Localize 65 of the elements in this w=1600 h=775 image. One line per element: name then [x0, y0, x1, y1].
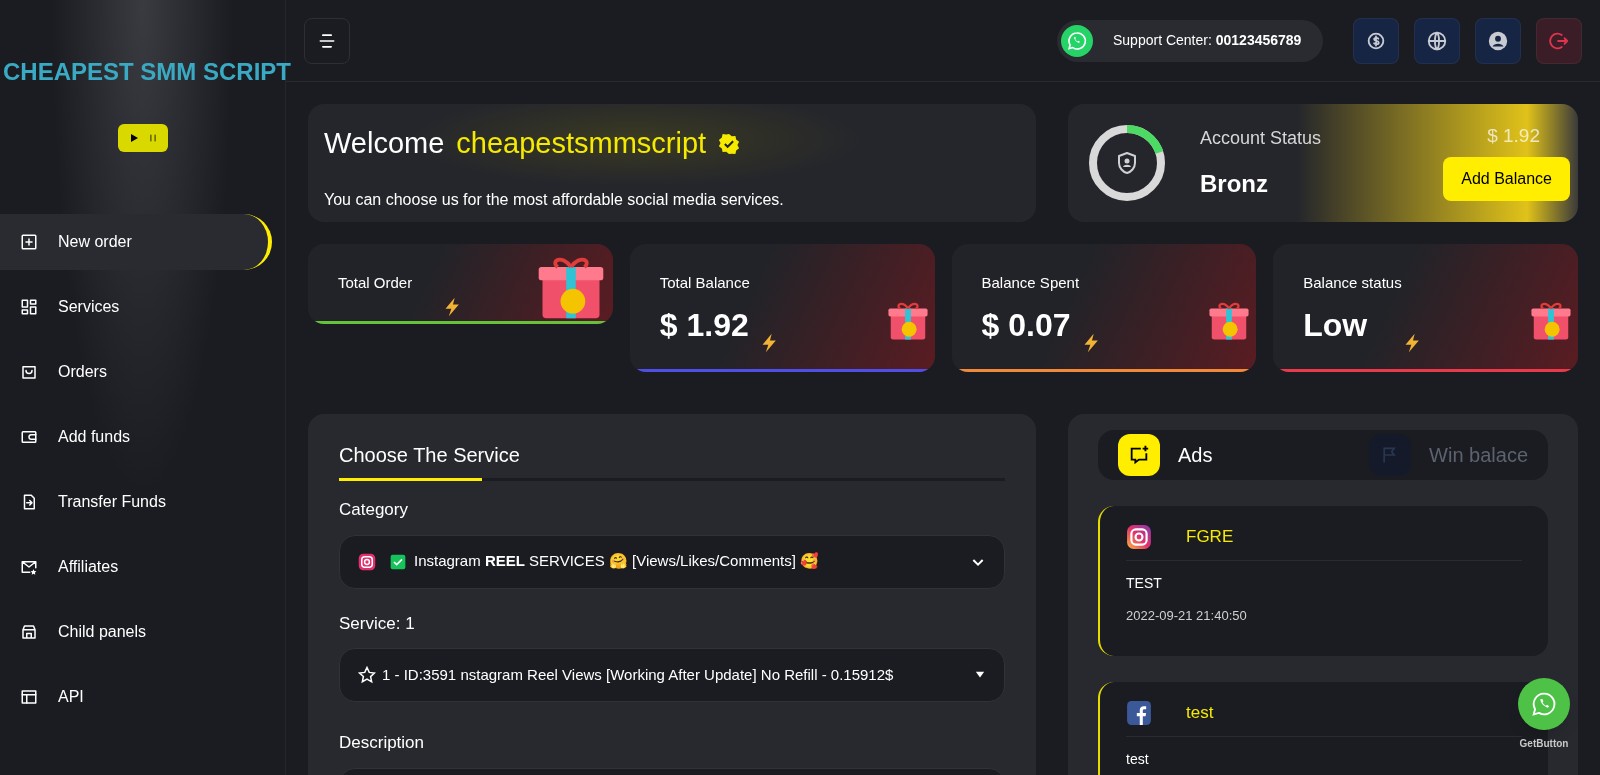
sidebar-item[interactable]: Add funds: [0, 409, 272, 465]
category-select[interactable]: Instagram REEL SERVICES 🤗 [Views/Likes/Comments] 🥰: [339, 534, 1005, 589]
panel-tab[interactable]: Ads: [1118, 434, 1213, 476]
user-profile-button[interactable]: [1475, 17, 1521, 64]
sidebar-item[interactable]: Services: [0, 279, 272, 335]
menu-button[interactable]: [304, 17, 350, 64]
field-label: Service: 1: [339, 612, 416, 635]
play-pause-button[interactable]: [117, 124, 168, 152]
welcome-text: Welcome: [324, 126, 445, 161]
sidebar-item[interactable]: Transfer Funds: [0, 474, 272, 530]
account-status-value: Bronz: [1200, 168, 1269, 199]
pause-icon: [147, 132, 158, 144]
field-label: Description: [339, 732, 426, 754]
getbutton-link[interactable]: GetButton: [1519, 736, 1569, 751]
sidebar-item[interactable]: Affiliates: [0, 539, 272, 595]
instagram-icon: [358, 552, 376, 571]
stat-value: Low: [1303, 305, 1368, 345]
caret-down-icon: [974, 670, 986, 680]
globe-icon: [1426, 29, 1448, 52]
browser-window-icon: [20, 688, 38, 706]
account-status-label: Account Status: [1200, 126, 1323, 150]
stat-value: $ 0.07: [981, 305, 1071, 345]
form-title-tab[interactable]: Choose The Service: [339, 442, 520, 468]
support-text: Support Center: 00123456789: [1113, 31, 1302, 50]
add-balance-button[interactable]: Add Balance: [1443, 156, 1570, 201]
star-icon: [358, 666, 376, 684]
stat-label: Total Balance: [659, 273, 750, 293]
logout-button[interactable]: [1536, 17, 1582, 64]
facebook-icon: [1126, 699, 1152, 726]
ad-text: TEST: [1126, 574, 1163, 593]
plus-square-icon: [20, 233, 38, 251]
ad-title: test: [1186, 701, 1214, 724]
globe-button[interactable]: [1414, 17, 1460, 64]
stat-label: Balance Spent: [981, 273, 1080, 293]
ad-text: test: [1126, 749, 1150, 769]
field-label: Category: [339, 499, 409, 521]
shield-user-icon: [1115, 150, 1139, 176]
ad-date: 2022-09-21 21:40:50: [1126, 607, 1248, 625]
stat-label: Balance status: [1303, 273, 1402, 293]
mail-star-icon: [20, 558, 38, 576]
chat-plus-icon: [1128, 444, 1150, 466]
grid-icon: [20, 298, 38, 316]
wallet-icon: [20, 428, 38, 446]
sidebar-item[interactable]: Orders: [0, 344, 272, 400]
welcome-subtitle: You can choose us for the most affordable social media services.: [324, 189, 785, 210]
username-text: cheapestsmmscript: [456, 126, 707, 161]
service-select[interactable]: 1 - ID:3591 nstagram Reel Views [Working After Update] No Refill - 0.15912$: [339, 648, 1005, 702]
user-icon: [1487, 29, 1509, 52]
ad-title: FGRE: [1186, 526, 1234, 549]
currency-exchange-button[interactable]: [1353, 17, 1399, 64]
sidebar-item[interactable]: New order: [0, 214, 272, 270]
sidebar-item[interactable]: API: [0, 669, 272, 725]
verified-badge-icon: [718, 132, 741, 155]
bag-icon: [20, 363, 38, 381]
stat-label: Total Order: [338, 273, 413, 293]
stat-value: $ 1.92: [659, 305, 749, 345]
instagram-icon: [1126, 524, 1152, 550]
service-text: 1 - ID:3591 nstagram Reel Views [Working After Update] No Refill - 0.15912$: [382, 664, 895, 685]
category-text: Instagram REEL SERVICES 🤗 [Views/Likes/Comments] 🥰: [414, 551, 821, 572]
whatsapp-icon: [1061, 24, 1093, 57]
checkbox-icon: [390, 553, 406, 570]
logo-text: CHEAPEST SMM SCRIPT: [3, 57, 292, 87]
sidebar-item[interactable]: Child panels: [0, 604, 272, 660]
balance-text: $ 1.92: [1487, 124, 1540, 148]
store-icon: [20, 623, 38, 641]
